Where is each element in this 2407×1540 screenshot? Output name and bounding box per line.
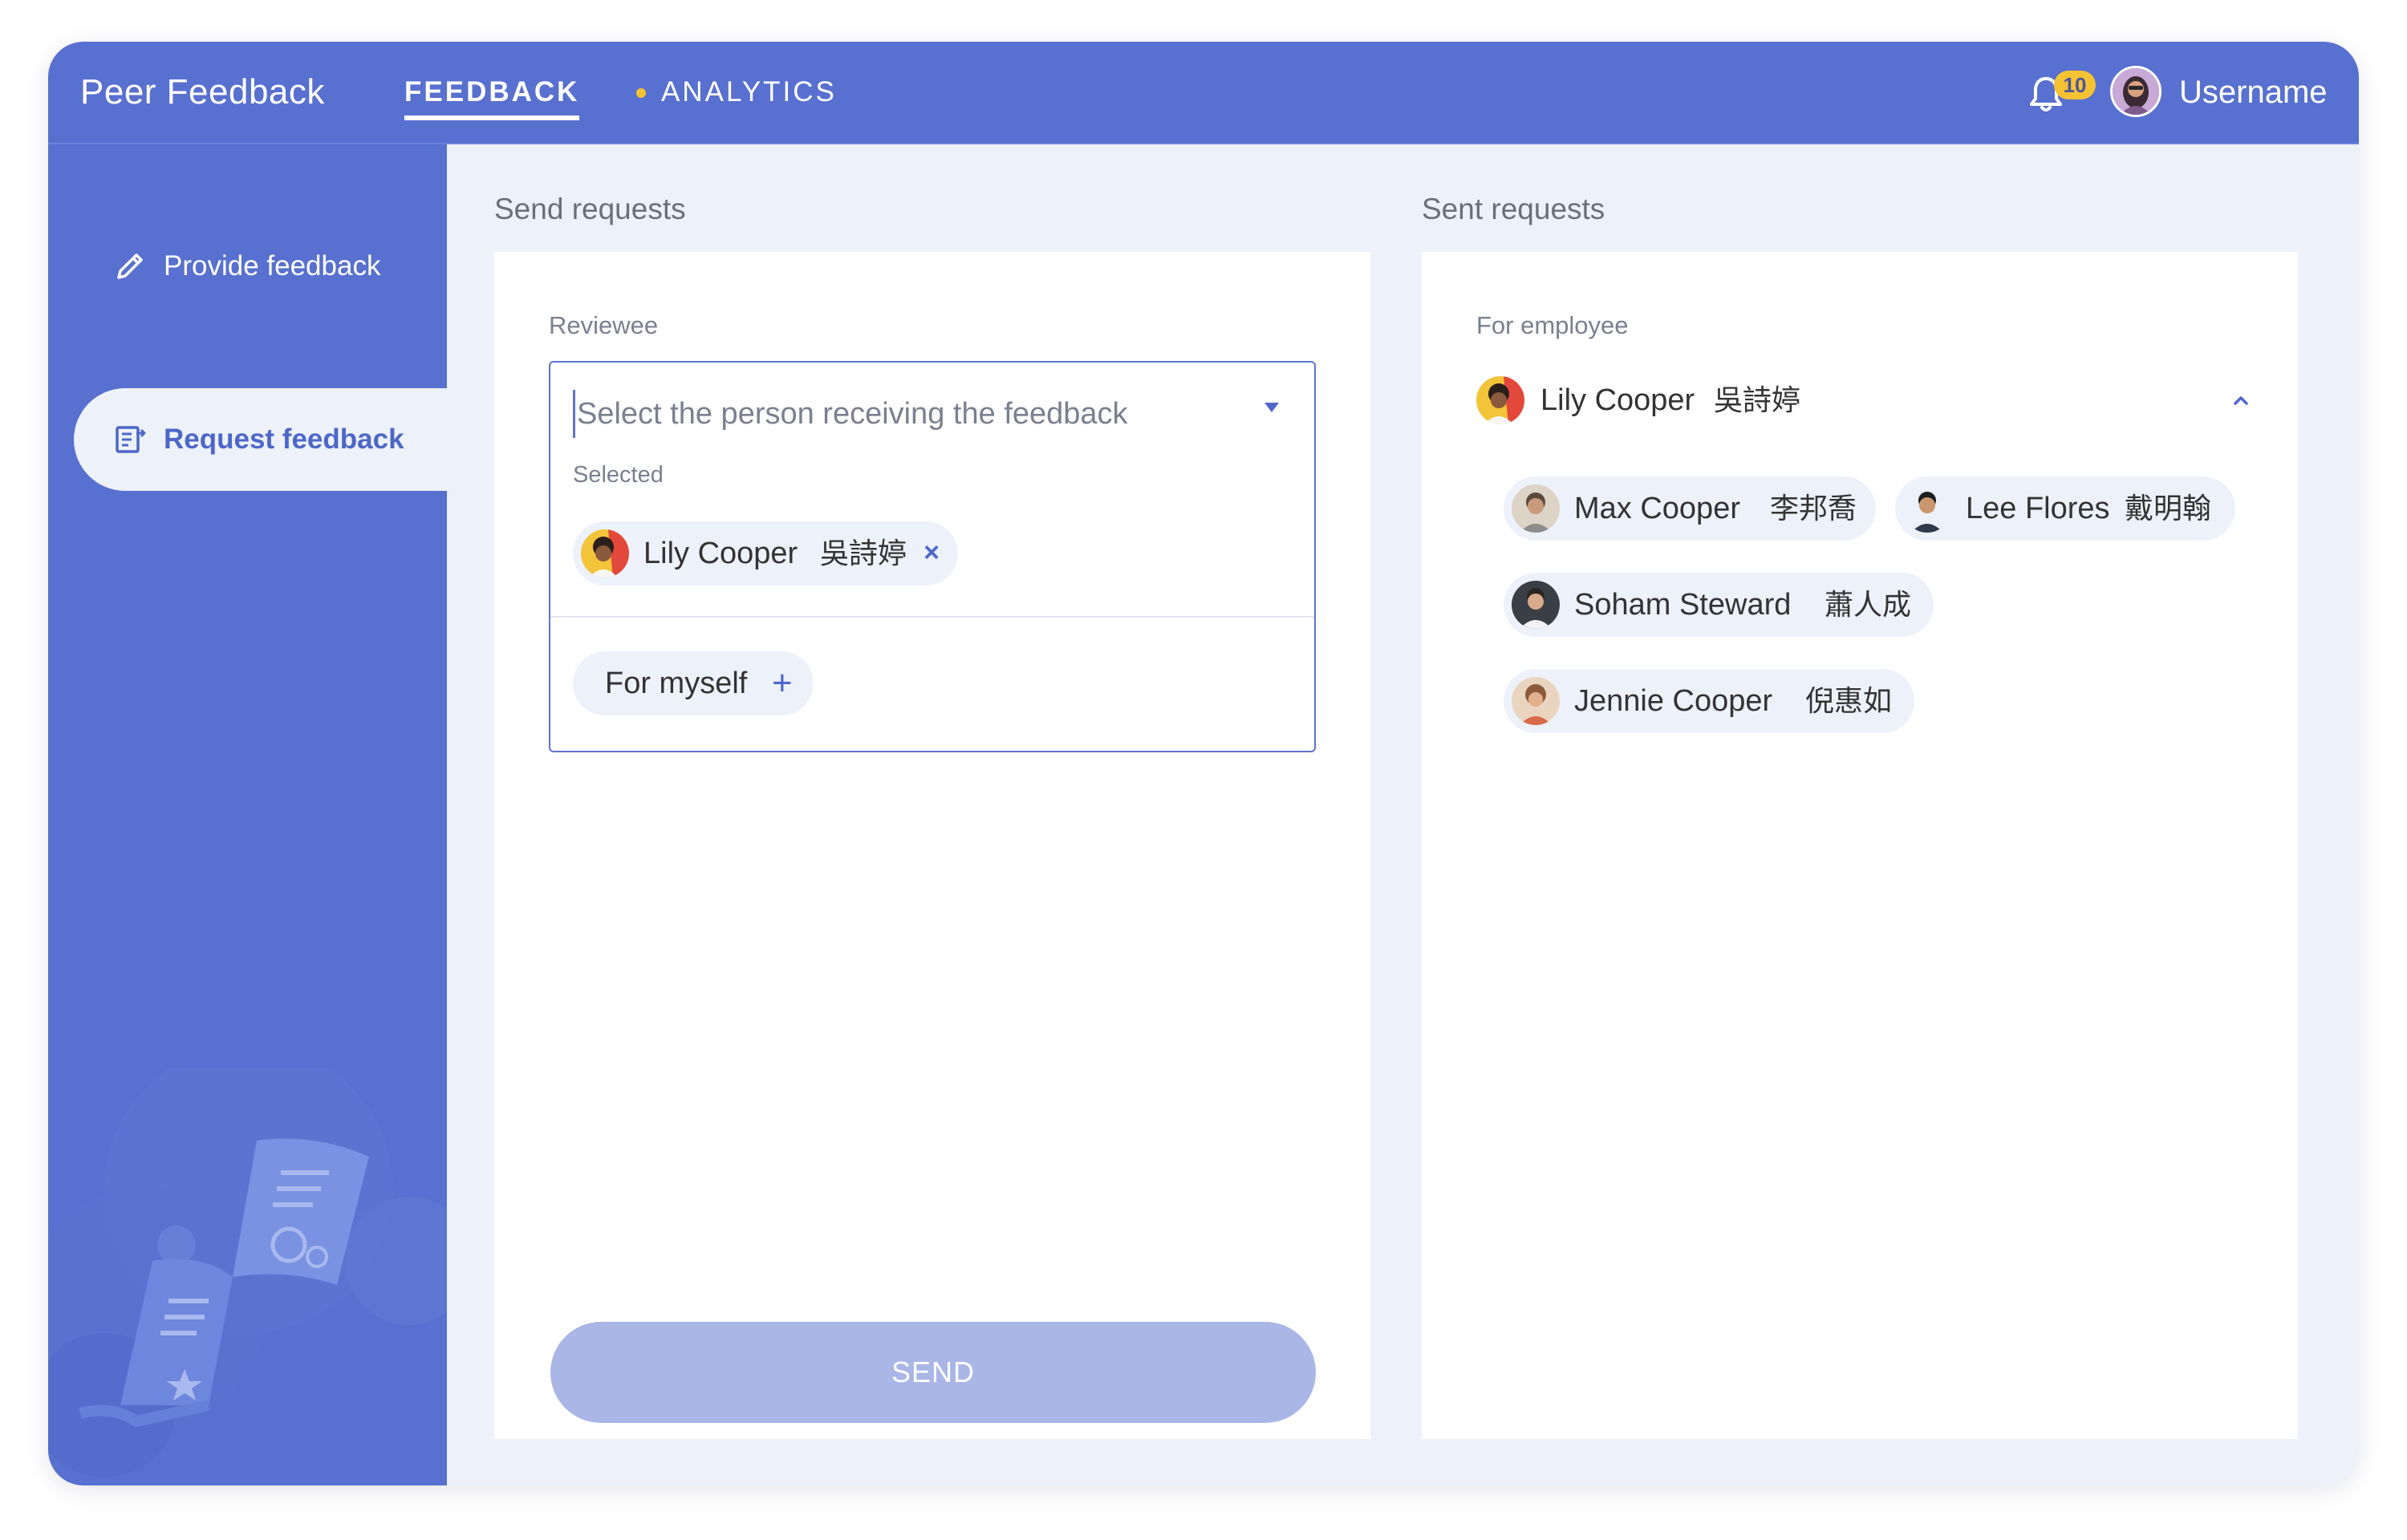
divider xyxy=(550,616,1314,618)
reviewer-name: Lee Flores xyxy=(1966,492,2110,525)
selected-person-name-cjk: 吳詩婷 xyxy=(820,537,907,569)
employee-name: Lily Cooper xyxy=(1540,383,1695,417)
for-myself-label: For myself xyxy=(605,667,748,700)
notification-badge: 10 xyxy=(2054,71,2096,99)
avatar xyxy=(1512,484,1560,533)
selected-label: Selected xyxy=(573,462,664,488)
analytics-indicator-dot xyxy=(636,88,646,98)
pencil-icon xyxy=(117,253,143,279)
reviewer-chip: Lee Flores 戴明翰 xyxy=(1895,476,2235,541)
sidebar-item-request-feedback[interactable]: Request feedback xyxy=(74,388,447,491)
employee-accordion-header[interactable]: Lily Cooper 吳詩婷 xyxy=(1476,372,2248,428)
for-employee-label: For employee xyxy=(1476,311,1629,339)
avatar xyxy=(1512,677,1560,725)
chevron-up-icon[interactable] xyxy=(2230,390,2251,411)
request-document-icon xyxy=(116,426,146,453)
send-requests-card: Reviewee Select the person receiving the… xyxy=(494,252,1370,1439)
employee-name-cjk: 吳詩婷 xyxy=(1714,383,1801,416)
sidebar-item-label: Request feedback xyxy=(164,424,404,455)
sidebar-item-label: Provide feedback xyxy=(164,250,381,282)
tab-analytics[interactable]: ANALYTICS xyxy=(661,42,837,143)
decorative-illustration xyxy=(48,1068,447,1477)
sidebar-item-provide-feedback[interactable]: Provide feedback xyxy=(74,215,447,318)
reviewer-name-cjk: 蕭人成 xyxy=(1825,588,1912,621)
username[interactable]: Username xyxy=(2179,42,2328,143)
avatar xyxy=(1512,581,1560,629)
reviewer-name: Max Cooper xyxy=(1574,492,1740,525)
selected-person-name: Lily Cooper xyxy=(643,537,798,570)
reviewer-name-cjk: 倪惠如 xyxy=(1805,684,1893,717)
avatar xyxy=(1476,376,1524,424)
remove-selected-icon[interactable]: × xyxy=(919,539,944,566)
for-myself-button[interactable]: For myself + xyxy=(573,651,814,715)
app-window: Peer Feedback FEEDBACK ANALYTICS 10 User… xyxy=(48,42,2359,1485)
send-button[interactable]: SEND xyxy=(550,1322,1316,1423)
reviewee-label: Reviewee xyxy=(549,311,659,339)
reviewee-search-input[interactable]: Select the person receiving the feedback xyxy=(573,390,1267,438)
reviewer-name: Jennie Cooper xyxy=(1574,684,1773,718)
reviewee-select: Select the person receiving the feedback… xyxy=(549,361,1316,752)
reviewer-name-cjk: 李邦喬 xyxy=(1770,492,1857,525)
reviewer-chip: Max Cooper 李邦喬 xyxy=(1504,476,1876,541)
user-avatar[interactable] xyxy=(2110,66,2161,117)
sidebar: Provide feedback Request feedback xyxy=(48,144,447,1485)
reviewer-chip: Soham Steward 蕭人成 xyxy=(1504,573,1934,637)
selected-person-chip: Lily Cooper 吳詩婷 × xyxy=(573,521,958,586)
sent-requests-card: For employee Lily Cooper 吳詩婷 Max Cooper … xyxy=(1422,252,2298,1439)
reviewer-name: Soham Steward xyxy=(1574,588,1792,622)
avatar xyxy=(1903,484,1951,533)
top-bar: Peer Feedback FEEDBACK ANALYTICS 10 User… xyxy=(48,42,2359,144)
avatar xyxy=(581,529,629,578)
brand-title: Peer Feedback xyxy=(80,72,325,111)
reviewer-chip: Jennie Cooper 倪惠如 xyxy=(1504,669,1914,733)
sent-requests-title: Sent requests xyxy=(1422,192,1605,225)
reviewer-name-cjk: 戴明翰 xyxy=(2125,492,2212,525)
tab-feedback[interactable]: FEEDBACK xyxy=(404,42,580,143)
send-requests-title: Send requests xyxy=(494,192,686,225)
dropdown-caret-icon[interactable] xyxy=(1264,403,1279,412)
plus-icon: + xyxy=(772,663,793,703)
